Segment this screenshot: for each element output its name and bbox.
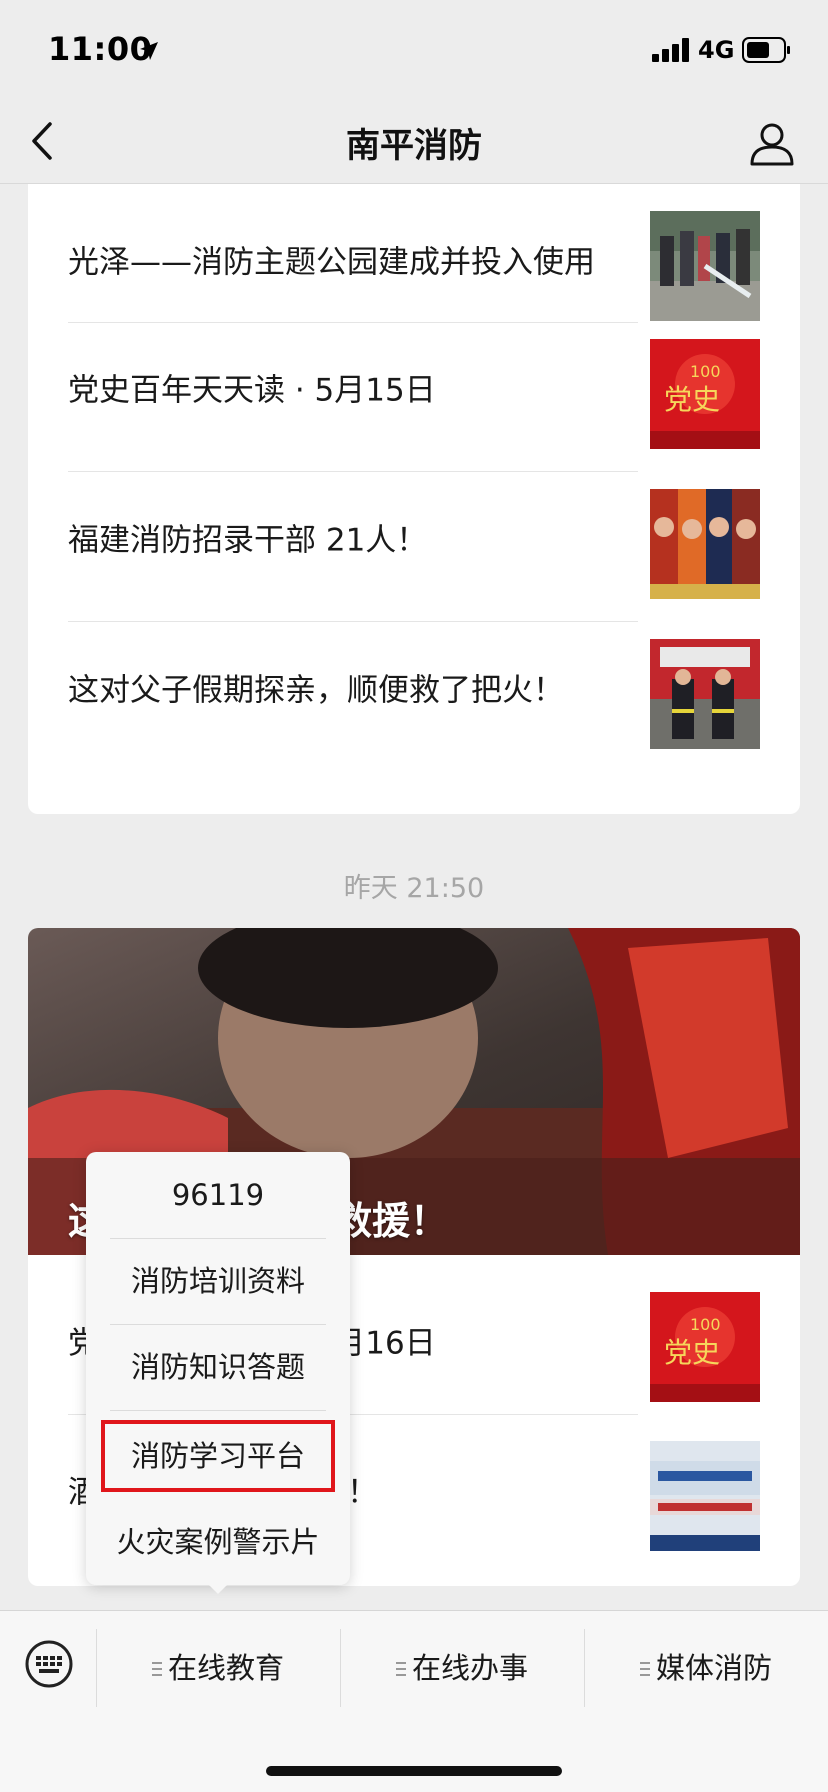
status-time: 11:00 — [48, 30, 153, 68]
network-type: 4G — [698, 36, 735, 64]
menu-item-media-fire[interactable]: 媒体消防 — [584, 1631, 828, 1705]
message-timestamp: 昨天 21:50 — [343, 873, 485, 904]
article-thumbnail: 100 党史 — [650, 339, 760, 449]
article-thumbnail — [650, 1441, 760, 1551]
menu-item-online-services[interactable]: 在线办事 — [340, 1631, 584, 1705]
menu-item-label: 媒体消防 — [655, 1651, 772, 1685]
submenu-item-hotline[interactable]: 96119 — [86, 1152, 350, 1238]
article-item[interactable]: 党史百年天天读 · 5月15日 100 党史 — [28, 312, 800, 462]
menu-lines-icon — [395, 1662, 406, 1676]
menu-item-label: 在线教育 — [167, 1651, 284, 1685]
submenu-item-training-materials[interactable]: 消防培训资料 — [86, 1238, 350, 1324]
article-thumbnail — [650, 639, 760, 749]
article-item[interactable]: 福建消防招录干部 21人！ — [28, 462, 800, 612]
submenu-popup: 96119 消防培训资料 消防知识答题 消防学习平台 火灾案例警示片 — [86, 1152, 350, 1585]
article-thumbnail — [650, 211, 760, 321]
article-thumbnail — [650, 489, 760, 599]
article-title: 党史百年天天读 · 5月15日 — [68, 372, 436, 409]
highlight-box — [101, 1420, 335, 1492]
location-arrow-icon — [140, 42, 158, 60]
svg-text:党史: 党史 — [664, 383, 720, 416]
menu-item-online-education[interactable]: 在线教育 — [96, 1631, 340, 1705]
popup-pointer — [206, 1582, 230, 1594]
article-title: 光泽——消防主题公园建成并投入使用 — [68, 244, 595, 281]
svg-text:100: 100 — [690, 1315, 721, 1334]
menu-lines-icon — [151, 1662, 162, 1676]
home-indicator — [266, 1766, 562, 1776]
page-title: 南平消防 — [346, 126, 482, 166]
article-item[interactable]: 这对父子假期探亲，顺便救了把火！ — [28, 612, 800, 762]
article-thumbnail: 100 党史 — [650, 1292, 760, 1402]
submenu-item-case-videos[interactable]: 火灾案例警示片 — [86, 1499, 350, 1585]
keyboard-icon[interactable] — [24, 1639, 74, 1689]
article-title: 福建消防招录干部 21人！ — [68, 522, 428, 559]
article-title: 这对父子假期探亲，顺便救了把火！ — [68, 672, 564, 709]
status-bar: 11:00 4G — [0, 0, 828, 100]
submenu-item-knowledge-quiz[interactable]: 消防知识答题 — [86, 1324, 350, 1410]
cellular-signal-icon — [652, 38, 689, 62]
article-card: 光泽——消防主题公园建成并投入使用 党史百年天天读 · 5月15日 100 党史… — [28, 184, 800, 814]
nav-bar: 南平消防 — [0, 100, 828, 184]
bottom-menu-bar: 在线教育 在线办事 媒体消防 — [0, 1610, 828, 1792]
divider — [110, 1410, 326, 1411]
profile-icon[interactable] — [748, 120, 796, 166]
menu-lines-icon — [639, 1662, 650, 1676]
svg-text:100: 100 — [690, 362, 721, 381]
battery-icon — [742, 37, 790, 63]
svg-text:党史: 党史 — [664, 1336, 720, 1369]
menu-item-label: 在线办事 — [411, 1651, 528, 1685]
